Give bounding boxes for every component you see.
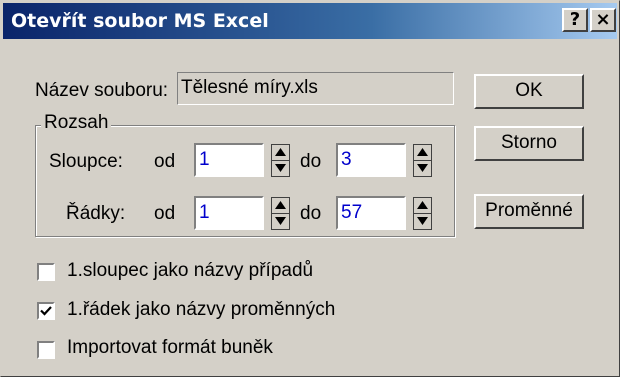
help-button[interactable]: ? (562, 8, 588, 32)
checkmark-icon (40, 306, 52, 316)
rows-to-input[interactable]: 57 (336, 196, 406, 230)
dialog-title: Otevřít soubor MS Excel (11, 10, 269, 32)
spin-arrows-icon (413, 144, 432, 177)
variable-names-checkbox[interactable] (37, 302, 55, 320)
import-format-checkbox[interactable] (37, 341, 55, 359)
case-names-label: 1.sloupec jako názvy případů (67, 260, 314, 281)
title-bar[interactable]: Otevřít soubor MS Excel ? × (3, 3, 617, 39)
rows-from-label: od (154, 203, 176, 224)
variables-button[interactable]: Proměnné (474, 194, 584, 229)
open-excel-dialog: Otevřít soubor MS Excel ? × Název soubor… (0, 0, 620, 377)
case-names-checkbox[interactable] (37, 263, 55, 281)
spin-arrows-icon (271, 144, 290, 177)
columns-to-input[interactable]: 3 (336, 143, 406, 177)
rows-from-spinner[interactable] (271, 197, 290, 230)
spin-arrows-icon (271, 197, 290, 230)
rows-label: Řádky: (66, 203, 126, 224)
variable-names-label: 1.řádek jako názvy proměnných (67, 299, 336, 320)
columns-label: Sloupce: (49, 151, 123, 172)
import-format-label: Importovat formát buněk (67, 337, 273, 358)
rows-to-label: do (300, 203, 322, 224)
columns-from-input[interactable]: 1 (194, 143, 264, 177)
rows-to-spinner[interactable] (413, 197, 432, 230)
file-name-field: Tělesné míry.xls (177, 72, 454, 105)
close-button[interactable]: × (590, 8, 616, 32)
spin-arrows-icon (413, 197, 432, 230)
columns-from-spinner[interactable] (271, 144, 290, 177)
range-group-label: Rozsah (41, 112, 112, 134)
file-name-label: Název souboru: (35, 80, 169, 101)
cancel-button[interactable]: Storno (474, 126, 584, 161)
columns-to-spinner[interactable] (413, 144, 432, 177)
columns-to-label: do (300, 151, 322, 172)
columns-from-label: od (154, 151, 176, 172)
ok-button[interactable]: OK (474, 74, 584, 109)
rows-from-input[interactable]: 1 (194, 196, 264, 230)
